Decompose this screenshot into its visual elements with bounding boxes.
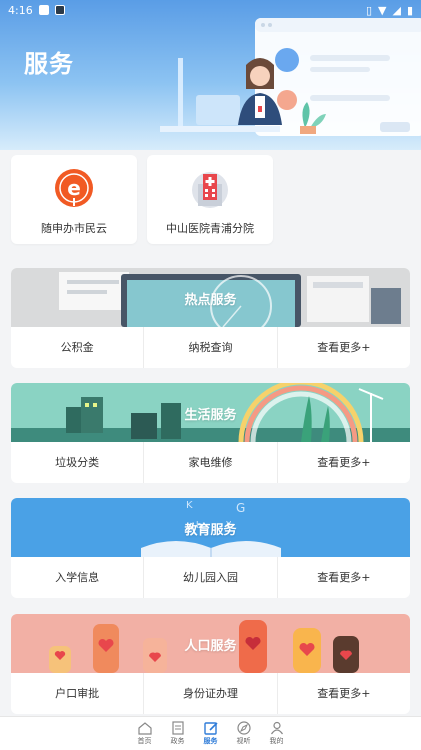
nav-label: 服务 xyxy=(203,737,218,745)
nav-government[interactable]: 政务 xyxy=(161,717,194,750)
svg-text:G: G xyxy=(236,501,245,515)
status-bar: 4:16 ▯ ▼ ◢ ▮ xyxy=(0,0,421,20)
nav-label: 视听 xyxy=(236,737,251,745)
link-see-more[interactable]: 查看更多+ xyxy=(278,442,410,483)
link-see-more[interactable]: 查看更多+ xyxy=(278,557,410,598)
document-icon xyxy=(171,721,184,735)
nav-audiovisual[interactable]: 视听 xyxy=(227,717,260,750)
section-hot-services: 热点服务 公积金 纳税查询 查看更多+ xyxy=(11,268,410,368)
nav-mine[interactable]: 我的 xyxy=(260,717,293,750)
nav-label: 首页 xyxy=(137,737,152,745)
shortcut-citizen-cloud[interactable]: e 随申办市民云 xyxy=(11,155,137,244)
link-appliance-repair[interactable]: 家电维修 xyxy=(144,442,278,483)
clock: 4:16 xyxy=(8,3,33,17)
shortcut-label: 随申办市民云 xyxy=(41,222,107,235)
link-see-more[interactable]: 查看更多+ xyxy=(278,673,410,714)
section-links: 公积金 纳税查询 查看更多+ xyxy=(11,327,410,368)
link-kindergarten-admission[interactable]: 幼儿园入园 xyxy=(144,557,278,598)
app-notification-icon xyxy=(54,5,65,15)
shortcut-cards: e 随申办市民云 中山医院青浦分院 xyxy=(11,155,273,244)
link-see-more[interactable]: 查看更多+ xyxy=(278,327,410,368)
section-banner[interactable]: K G b y 教育服务 xyxy=(11,498,410,557)
wifi-icon: ▼ xyxy=(378,3,387,17)
svg-text:K: K xyxy=(186,500,193,511)
nav-home[interactable]: 首页 xyxy=(128,717,161,750)
user-icon xyxy=(270,721,283,735)
link-enrollment-info[interactable]: 入学信息 xyxy=(11,557,145,598)
nav-label: 我的 xyxy=(269,737,284,745)
section-life-services: 生活服务 垃圾分类 家电维修 查看更多+ xyxy=(11,383,410,483)
shortcut-label: 中山医院青浦分院 xyxy=(166,222,254,235)
hospital-icon xyxy=(192,172,228,208)
section-banner[interactable]: 生活服务 xyxy=(11,383,410,442)
link-housing-fund[interactable]: 公积金 xyxy=(11,327,145,368)
svg-text:e: e xyxy=(67,176,81,200)
signal-icon: ◢ xyxy=(392,3,401,17)
compass-icon xyxy=(236,721,251,735)
link-garbage-sorting[interactable]: 垃圾分类 xyxy=(11,442,145,483)
nav-label: 政务 xyxy=(170,737,185,745)
section-links: 户口审批 身份证办理 查看更多+ xyxy=(11,673,410,714)
section-title: 热点服务 xyxy=(184,293,237,308)
section-education-services: K G b y 教育服务 入学信息 幼儿园入园 查看更多+ xyxy=(11,498,410,598)
page-title: 服务 xyxy=(24,50,74,78)
edit-icon xyxy=(203,722,218,735)
notification-icon xyxy=(38,5,49,15)
section-links: 垃圾分类 家电维修 查看更多+ xyxy=(11,442,410,483)
header-banner: 服务 xyxy=(0,0,421,150)
section-title: 人口服务 xyxy=(184,639,237,654)
link-household-registration[interactable]: 户口审批 xyxy=(11,673,145,714)
battery-icon: ▮ xyxy=(406,3,413,17)
link-id-card[interactable]: 身份证办理 xyxy=(144,673,278,714)
vibrate-icon: ▯ xyxy=(365,3,372,17)
bottom-nav: 首页 政务 服务 视听 我的 xyxy=(0,716,421,750)
e-citizen-cloud-icon: e xyxy=(55,169,93,207)
link-tax-query[interactable]: 纳税查询 xyxy=(144,327,278,368)
section-links: 入学信息 幼儿园入园 查看更多+ xyxy=(11,557,410,598)
section-title: 教育服务 xyxy=(184,523,237,538)
section-banner[interactable]: 人口服务 xyxy=(11,614,410,673)
shortcut-zhongshan-hospital[interactable]: 中山医院青浦分院 xyxy=(147,155,273,244)
section-population-services: 人口服务 户口审批 身份证办理 查看更多+ xyxy=(11,614,410,714)
nav-services[interactable]: 服务 xyxy=(194,717,227,750)
section-banner[interactable]: 热点服务 xyxy=(11,268,410,327)
home-icon xyxy=(137,722,152,735)
section-title: 生活服务 xyxy=(184,408,237,423)
